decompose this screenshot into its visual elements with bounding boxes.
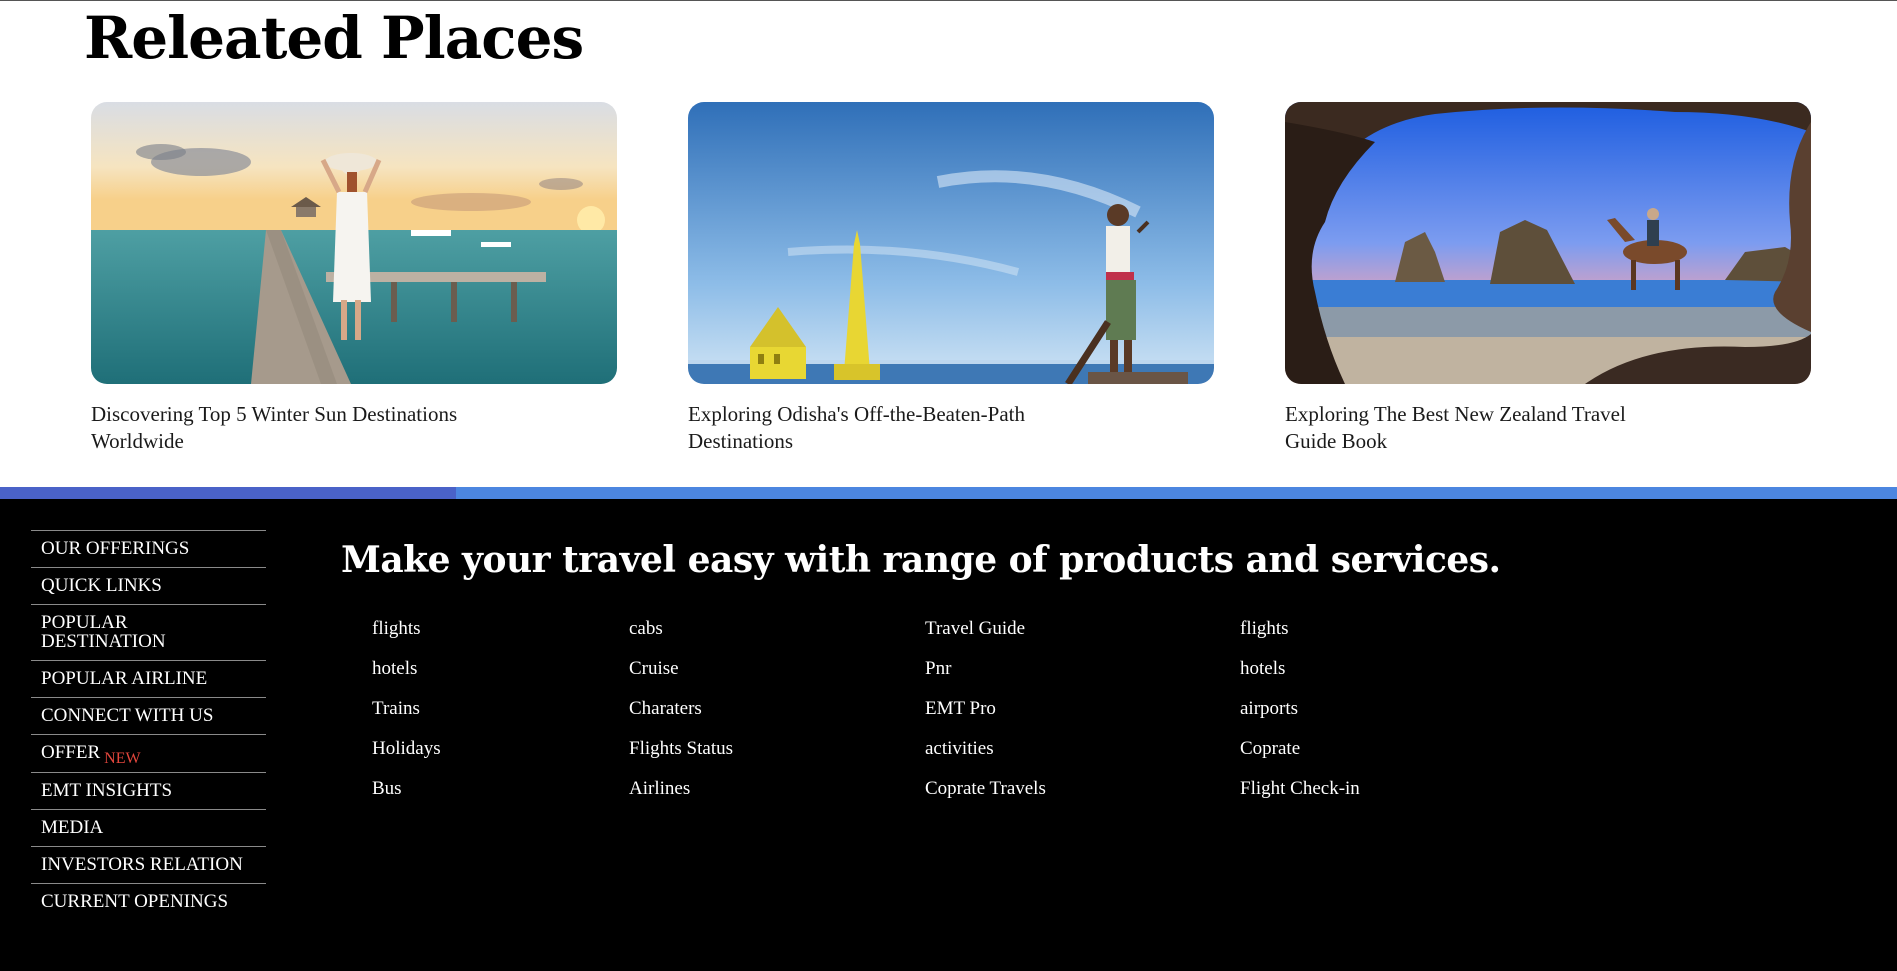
top-border: [0, 0, 1897, 1]
side-item-popular-destination[interactable]: POPULAR DESTINATION: [31, 604, 266, 660]
footer-link[interactable]: EMT Pro: [925, 699, 1046, 719]
side-item-our-offerings[interactable]: OUR OFFERINGS: [31, 530, 266, 567]
footer-link[interactable]: Flights Status: [629, 739, 733, 759]
footer-link[interactable]: Airlines: [629, 779, 733, 799]
footer-link[interactable]: airports: [1240, 699, 1360, 719]
footer-link[interactable]: Bus: [372, 779, 441, 799]
footer-link-column: Travel Guide Pnr EMT Pro activities Copr…: [925, 619, 1046, 819]
footer-link[interactable]: hotels: [1240, 659, 1360, 679]
footer-link-column: flights hotels airports Coprate Flight C…: [1240, 619, 1360, 819]
footer-link[interactable]: Travel Guide: [925, 619, 1046, 639]
footer-link[interactable]: activities: [925, 739, 1046, 759]
accent-bar-left: [0, 487, 456, 499]
footer-link[interactable]: Cruise: [629, 659, 733, 679]
side-item-popular-airline[interactable]: POPULAR AIRLINE: [31, 660, 266, 697]
footer-heading: Make your travel easy with range of prod…: [341, 539, 1501, 581]
footer-link[interactable]: Charaters: [629, 699, 733, 719]
card-caption[interactable]: Exploring Odisha's Off-the-Beaten-Path D…: [688, 401, 1068, 455]
side-item-investors-relation[interactable]: INVESTORS RELATION: [31, 846, 266, 883]
footer-link-column: flights hotels Trains Holidays Bus: [372, 619, 441, 819]
card-image-odisha[interactable]: [688, 102, 1214, 384]
related-card-odisha[interactable]: Exploring Odisha's Off-the-Beaten-Path D…: [688, 102, 1214, 455]
related-places-title: Releated Places: [84, 4, 584, 72]
footer-link-column: cabs Cruise Charaters Flights Status Air…: [629, 619, 733, 819]
side-item-media[interactable]: MEDIA: [31, 809, 266, 846]
side-item-connect-with-us[interactable]: CONNECT WITH US: [31, 697, 266, 734]
accent-bar-right: [456, 487, 1897, 499]
related-card-winter-sun[interactable]: Discovering Top 5 Winter Sun Destination…: [91, 102, 617, 455]
footer-link[interactable]: hotels: [372, 659, 441, 679]
footer-link[interactable]: Coprate Travels: [925, 779, 1046, 799]
related-card-new-zealand[interactable]: Exploring The Best New Zealand Travel Gu…: [1285, 102, 1811, 455]
footer-link[interactable]: flights: [1240, 619, 1360, 639]
footer-link[interactable]: Coprate: [1240, 739, 1360, 759]
card-caption[interactable]: Discovering Top 5 Winter Sun Destination…: [91, 401, 471, 455]
card-image-pier[interactable]: [91, 102, 617, 384]
side-item-current-openings[interactable]: CURRENT OPENINGS: [31, 883, 266, 920]
footer-link[interactable]: Trains: [372, 699, 441, 719]
footer-link[interactable]: cabs: [629, 619, 733, 639]
side-item-label: OFFER: [41, 742, 101, 763]
side-item-emt-insights[interactable]: EMT INSIGHTS: [31, 772, 266, 809]
card-image-new-zealand[interactable]: [1285, 102, 1811, 384]
footer: OUR OFFERINGS QUICK LINKS POPULAR DESTIN…: [0, 499, 1897, 971]
footer-link[interactable]: Flight Check-in: [1240, 779, 1360, 799]
card-caption[interactable]: Exploring The Best New Zealand Travel Gu…: [1285, 401, 1665, 455]
side-item-offer[interactable]: OFFER NEW: [31, 734, 266, 772]
side-item-quick-links[interactable]: QUICK LINKS: [31, 567, 266, 604]
footer-link[interactable]: flights: [372, 619, 441, 639]
footer-link[interactable]: Holidays: [372, 739, 441, 759]
footer-side-menu: OUR OFFERINGS QUICK LINKS POPULAR DESTIN…: [31, 530, 266, 920]
footer-link[interactable]: Pnr: [925, 659, 1046, 679]
new-badge: NEW: [104, 750, 141, 767]
